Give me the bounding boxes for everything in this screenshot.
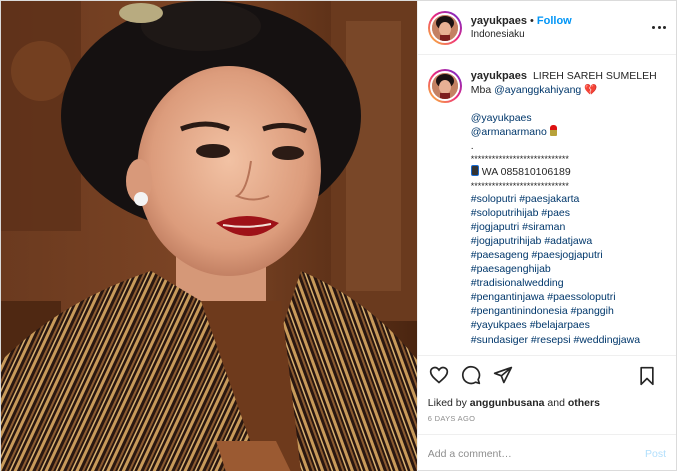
- hashtag-line[interactable]: #yayukpaes #belajarpaes: [471, 318, 657, 332]
- caption-username[interactable]: yayukpaes: [471, 70, 527, 82]
- avatar-face-icon: [431, 14, 458, 41]
- stars-divider: ****************************: [470, 154, 569, 165]
- hashtag-line[interactable]: #jogjaputrihijab #adatjawa: [471, 234, 657, 248]
- location-link[interactable]: Indonesiaku: [471, 28, 572, 42]
- hashtag-line[interactable]: #tradisionalwedding: [471, 276, 657, 290]
- avatar-image: [429, 12, 460, 43]
- comment-input[interactable]: [427, 447, 645, 460]
- action-bar: [417, 355, 676, 394]
- mention-link[interactable]: @ayanggkahiyang: [494, 84, 581, 96]
- heart-outline-icon: [429, 366, 448, 384]
- caption-area: yayukpaes LIREH SAREH SUMELEH Mba @ayang…: [418, 55, 676, 355]
- hashtag-line[interactable]: #pengantinjawa #paessoloputri: [471, 290, 657, 304]
- hashtag-line[interactable]: #sundasiger #resepsi #weddingjawa: [471, 333, 657, 347]
- credit-link[interactable]: @armanarmano: [471, 126, 547, 138]
- mention-prefix: Mba: [470, 84, 492, 97]
- save-button[interactable]: [636, 365, 658, 387]
- post-sidebar: yayukpaes • Follow Indonesiaku yayukpaes…: [416, 1, 676, 471]
- credit-link[interactable]: @yayukpaes: [471, 111, 657, 125]
- instagram-post: yayukpaes • Follow Indonesiaku yayukpaes…: [0, 0, 677, 471]
- comment-bubble-icon: [461, 365, 481, 385]
- caption-title: LIREH SAREH SUMELEH: [532, 70, 657, 82]
- likes-prefix: Liked by: [427, 397, 467, 409]
- paper-plane-icon: [493, 366, 512, 384]
- avatar[interactable]: [427, 10, 462, 45]
- timestamp[interactable]: 6 DAYS AGO: [418, 412, 676, 434]
- whatsapp-number: WA 085810106189: [481, 166, 571, 179]
- likes-suffix: and: [547, 397, 565, 409]
- post-photo[interactable]: [1, 1, 417, 471]
- caption-avatar-image: [429, 71, 460, 101]
- bookmark-icon: [640, 366, 654, 386]
- comment-button[interactable]: [460, 364, 482, 386]
- hashtag-line[interactable]: #paesagenghijab: [471, 262, 657, 276]
- header-separator: •: [530, 14, 534, 27]
- comment-form: Post: [417, 434, 676, 471]
- liker-username[interactable]: anggunbusana: [470, 397, 545, 409]
- broken-heart-icon: 💔: [584, 84, 598, 97]
- lipstick-icon: [549, 125, 557, 137]
- more-dots-icon[interactable]: [652, 21, 666, 33]
- phone-icon: [470, 165, 479, 177]
- hashtag-line[interactable]: #pengantinindonesia #panggih: [471, 304, 657, 318]
- post-header: yayukpaes • Follow Indonesiaku: [417, 1, 676, 55]
- caption-text: yayukpaes LIREH SAREH SUMELEH Mba @ayang…: [470, 69, 657, 355]
- portrait-image: [1, 1, 417, 471]
- post-comment-button[interactable]: Post: [645, 448, 666, 460]
- avatar-face-icon: [431, 73, 458, 99]
- follow-button[interactable]: Follow: [537, 15, 572, 27]
- header-text: yayukpaes • Follow Indonesiaku: [471, 14, 572, 42]
- stars-divider: ****************************: [470, 180, 569, 191]
- hashtag-line[interactable]: #soloputri #paesjakarta: [471, 192, 657, 206]
- dot-line: .: [470, 140, 474, 153]
- hashtag-line[interactable]: #paesageng #paesjogjaputri: [471, 248, 657, 262]
- likes-others-link[interactable]: others: [568, 397, 600, 409]
- likes-summary: Liked by anggunbusana and others: [418, 394, 676, 412]
- share-button[interactable]: [492, 364, 514, 386]
- hashtag-line[interactable]: #jogjaputri #siraman: [471, 220, 657, 234]
- caption-avatar[interactable]: [427, 69, 462, 103]
- hashtag-line[interactable]: #soloputrihijab #paes: [471, 206, 657, 220]
- header-username[interactable]: yayukpaes: [471, 15, 527, 27]
- like-button[interactable]: [428, 364, 450, 386]
